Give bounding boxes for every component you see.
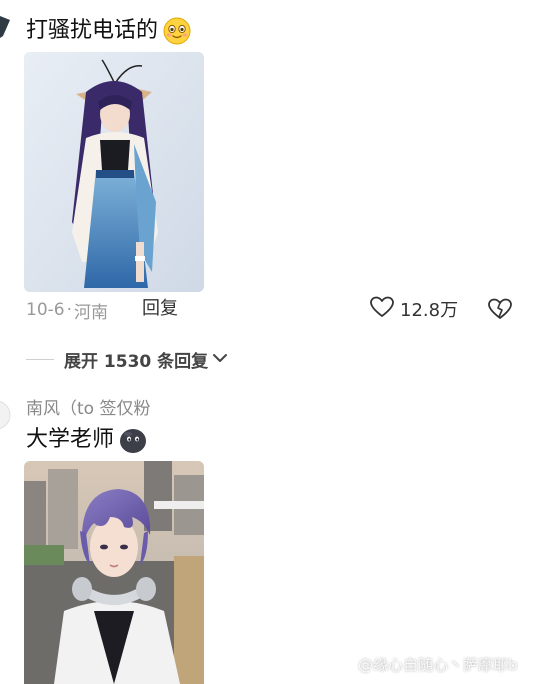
comment-text: 打骚扰电话的 xyxy=(26,16,192,46)
comment-body: 打骚扰电话的 xyxy=(26,18,159,43)
expand-replies-button[interactable]: 展开 1530 条回复 xyxy=(26,347,228,372)
dark-blob-emoji-icon xyxy=(118,425,148,455)
paw-icon xyxy=(340,655,354,673)
expand-replies-label: 展开 1530 条回复 xyxy=(64,351,209,372)
comment-author[interactable]: 南风（to 签仅粉 xyxy=(26,397,150,421)
comment-body-2: 大学老师 xyxy=(26,427,115,452)
watermark-text: @缘心自随心丶萨摩耶b xyxy=(358,655,518,674)
comment-location: 河南 xyxy=(74,302,108,323)
comment-date: 10-6 xyxy=(26,300,65,320)
avatar-partial[interactable] xyxy=(0,16,12,38)
avatar-partial-2[interactable] xyxy=(0,400,12,430)
reply-button[interactable]: 回复 xyxy=(142,297,178,321)
blushing-smile-emoji-icon xyxy=(162,16,192,46)
comment-image-cosplay-2[interactable] xyxy=(24,461,204,684)
meta-separator: · xyxy=(66,300,72,320)
comment-image-cosplay-1[interactable] xyxy=(24,52,204,292)
heart-outline-icon xyxy=(370,296,394,323)
like-count: 12.8万 xyxy=(400,300,459,321)
like-button[interactable]: 12.8万 xyxy=(370,296,459,323)
comment-meta: 10-6 · 河南 xyxy=(26,298,108,323)
watermark: @缘心自随心丶萨摩耶b xyxy=(340,654,518,674)
broken-heart-icon xyxy=(488,298,512,324)
chevron-down-icon xyxy=(212,349,228,369)
expand-divider xyxy=(26,358,54,360)
comment-text-2: 大学老师 xyxy=(26,425,148,455)
dislike-button[interactable] xyxy=(488,298,512,324)
